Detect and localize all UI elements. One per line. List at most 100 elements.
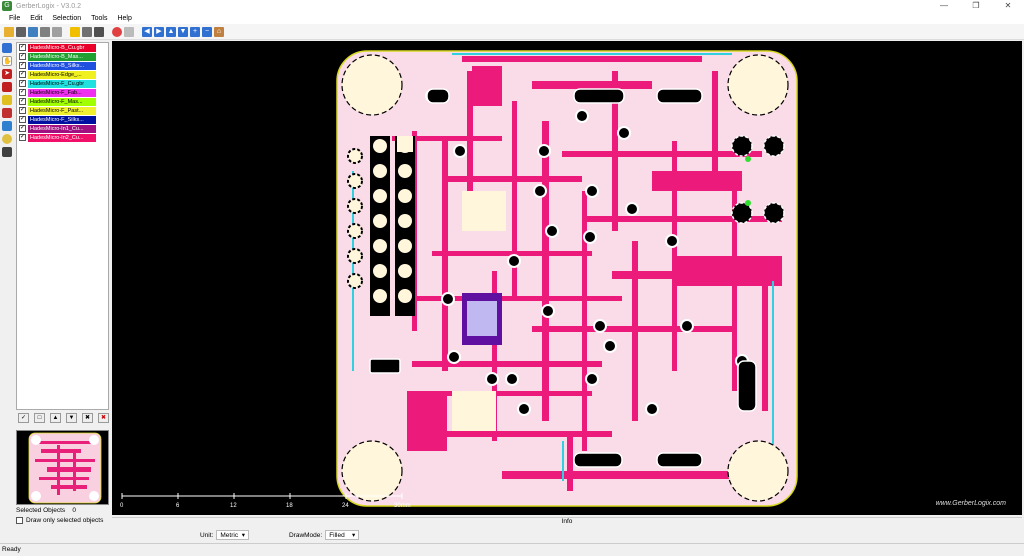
- chevron-down-icon: ▾: [351, 532, 356, 539]
- layer-visible-checkbox[interactable]: ✓: [19, 116, 26, 123]
- layer-stack-icon[interactable]: [82, 26, 92, 37]
- layer-visible-checkbox[interactable]: ✓: [19, 62, 26, 69]
- layer-item[interactable]: ✓ HadesMicro-F_Cu.gbr: [17, 79, 108, 88]
- layer-name: HadesMicro-B_Cu.gbr: [28, 43, 96, 52]
- menu-bar: File Edit Selection Tools Help: [0, 12, 1024, 24]
- move-down-icon[interactable]: ▼: [66, 413, 77, 423]
- layer-item[interactable]: ✓ HadesMicro-F_Silks...: [17, 115, 108, 124]
- selected-objects-info: Selected Objects 0: [16, 507, 76, 514]
- layer-item[interactable]: ✓ HadesMicro-Edge_...: [17, 70, 108, 79]
- minimize-button[interactable]: —: [928, 0, 960, 12]
- layer-item[interactable]: ✓ HadesMicro-B_Silks...: [17, 61, 108, 70]
- color-wheel-icon[interactable]: [112, 26, 122, 37]
- window-controls: — ❐ ✕: [928, 0, 1024, 12]
- select-window-icon[interactable]: [2, 43, 12, 53]
- separator-icon: [124, 26, 134, 37]
- menu-tools[interactable]: Tools: [86, 15, 112, 22]
- draw-only-selected-checkbox[interactable]: [16, 517, 23, 524]
- layer-visible-checkbox[interactable]: ✓: [19, 89, 26, 96]
- layer-name: HadesMicro-F_Past...: [28, 106, 96, 115]
- layer-name: HadesMicro-F_Silks...: [28, 115, 96, 124]
- layer-visible-checkbox[interactable]: ✓: [19, 107, 26, 114]
- home-icon[interactable]: ⌂: [214, 26, 224, 37]
- layer-visible-checkbox[interactable]: ✓: [19, 53, 26, 60]
- watermark-text: www.GerberLogix.com: [935, 500, 1006, 507]
- ruler-tick-label: 18: [286, 503, 293, 509]
- drawmode-select[interactable]: Filled ▾: [325, 530, 360, 540]
- measure-icon[interactable]: [2, 108, 12, 118]
- print-preview-icon[interactable]: [52, 26, 62, 37]
- layer-item[interactable]: ✓ HadesMicro-F_Mas...: [17, 97, 108, 106]
- menu-file[interactable]: File: [4, 15, 25, 22]
- layer-name: HadesMicro-B_Mas...: [28, 52, 96, 61]
- pan-up-icon[interactable]: ▲: [166, 26, 176, 37]
- ruler-tick-label: 24: [342, 503, 349, 509]
- layer-item[interactable]: ✓ HadesMicro-B_Cu.gbr: [17, 43, 108, 52]
- layer-name: HadesMicro-F_Mas...: [28, 97, 96, 106]
- select-object-icon[interactable]: [2, 82, 12, 92]
- delete-layer-icon[interactable]: ✖: [98, 413, 109, 423]
- layer-name: HadesMicro-B_Silks...: [28, 61, 96, 70]
- pan-right-icon[interactable]: ▶: [154, 26, 164, 37]
- restore-button[interactable]: ❐: [960, 0, 992, 12]
- thumbnail-board-image: [28, 432, 102, 504]
- remove-layer-icon[interactable]: ✖: [82, 413, 93, 423]
- unit-select[interactable]: Metric ▾: [216, 530, 249, 540]
- zoom-in-icon[interactable]: +: [190, 26, 200, 37]
- unit-value: Metric: [220, 531, 239, 539]
- pointer-icon[interactable]: ➤: [2, 69, 12, 79]
- pan-down-icon[interactable]: ▼: [178, 26, 188, 37]
- unit-label: Unit:: [200, 531, 214, 539]
- uncheck-all-icon[interactable]: □: [34, 413, 45, 423]
- layer-visible-checkbox[interactable]: ✓: [19, 134, 26, 141]
- export-icon[interactable]: [28, 26, 38, 37]
- info-label: Info: [112, 517, 1022, 527]
- layer-item[interactable]: ✓ HadesMicro-In1_Cu...: [17, 124, 108, 133]
- layer-visible-checkbox[interactable]: ✓: [19, 125, 26, 132]
- layer-visible-checkbox[interactable]: ✓: [19, 80, 26, 87]
- layer-name: HadesMicro-F_Cu.gbr: [28, 79, 96, 88]
- menu-help[interactable]: Help: [112, 15, 136, 22]
- draw-only-selected-option[interactable]: Draw only selected objects: [16, 517, 103, 524]
- toolbar: ◀ ▶ ▲ ▼ + − ⌂: [0, 24, 1024, 40]
- selected-objects-label: Selected Objects: [16, 507, 66, 514]
- board-thumbnail[interactable]: [16, 430, 109, 505]
- highlight-icon[interactable]: [2, 95, 12, 105]
- layer-item[interactable]: ✓ HadesMicro-F_Fab...: [17, 88, 108, 97]
- ruler-tick-label: 6: [176, 503, 180, 509]
- status-bar: Ready: [0, 543, 1024, 556]
- properties-icon[interactable]: [2, 121, 12, 131]
- save-icon[interactable]: [16, 26, 26, 37]
- layer-item[interactable]: ✓ HadesMicro-In2_Cu...: [17, 133, 108, 142]
- ruler-unit-label: 30mm: [394, 503, 411, 509]
- window-title: GerberLogix - V3.0.2: [16, 2, 81, 10]
- zoom-out-icon[interactable]: −: [202, 26, 212, 37]
- title-bar: G GerberLogix - V3.0.2 — ❐ ✕: [0, 0, 1024, 12]
- move-up-icon[interactable]: ▲: [50, 413, 61, 423]
- layer-visible-checkbox[interactable]: ✓: [19, 98, 26, 105]
- print-icon[interactable]: [40, 26, 50, 37]
- ruler-icon[interactable]: [2, 147, 12, 157]
- layer-visible-checkbox[interactable]: ✓: [19, 44, 26, 51]
- bulb-icon[interactable]: [2, 134, 12, 144]
- hand-pan-icon[interactable]: ✋: [2, 56, 12, 66]
- menu-selection[interactable]: Selection: [47, 15, 86, 22]
- gerber-canvas[interactable]: 0 6 12 18 24 30mm www.GerberLogix.com: [112, 41, 1022, 515]
- layer-item[interactable]: ✓ HadesMicro-B_Mas...: [17, 52, 108, 61]
- menu-edit[interactable]: Edit: [25, 15, 47, 22]
- pcb-render: 0 6 12 18 24 30mm: [120, 50, 798, 509]
- close-button[interactable]: ✕: [992, 0, 1024, 12]
- layer-list: ✓ HadesMicro-B_Cu.gbr ✓ HadesMicro-B_Mas...…: [16, 42, 109, 410]
- open-folder-icon[interactable]: [4, 26, 14, 37]
- ruler-tick-label: 12: [230, 503, 237, 509]
- layer-options-icon[interactable]: [94, 26, 104, 37]
- layer-item[interactable]: ✓ HadesMicro-F_Past...: [17, 106, 108, 115]
- layer-name: HadesMicro-F_Fab...: [28, 88, 96, 97]
- draw-only-selected-label: Draw only selected objects: [26, 517, 104, 524]
- pan-left-icon[interactable]: ◀: [142, 26, 152, 37]
- check-all-icon[interactable]: ✓: [18, 413, 29, 423]
- ruler-tick-label: 0: [120, 503, 124, 509]
- new-layer-icon[interactable]: [70, 26, 80, 37]
- layer-panel-buttons: ✓ □ ▲ ▼ ✖ ✖: [18, 413, 114, 423]
- layer-visible-checkbox[interactable]: ✓: [19, 71, 26, 78]
